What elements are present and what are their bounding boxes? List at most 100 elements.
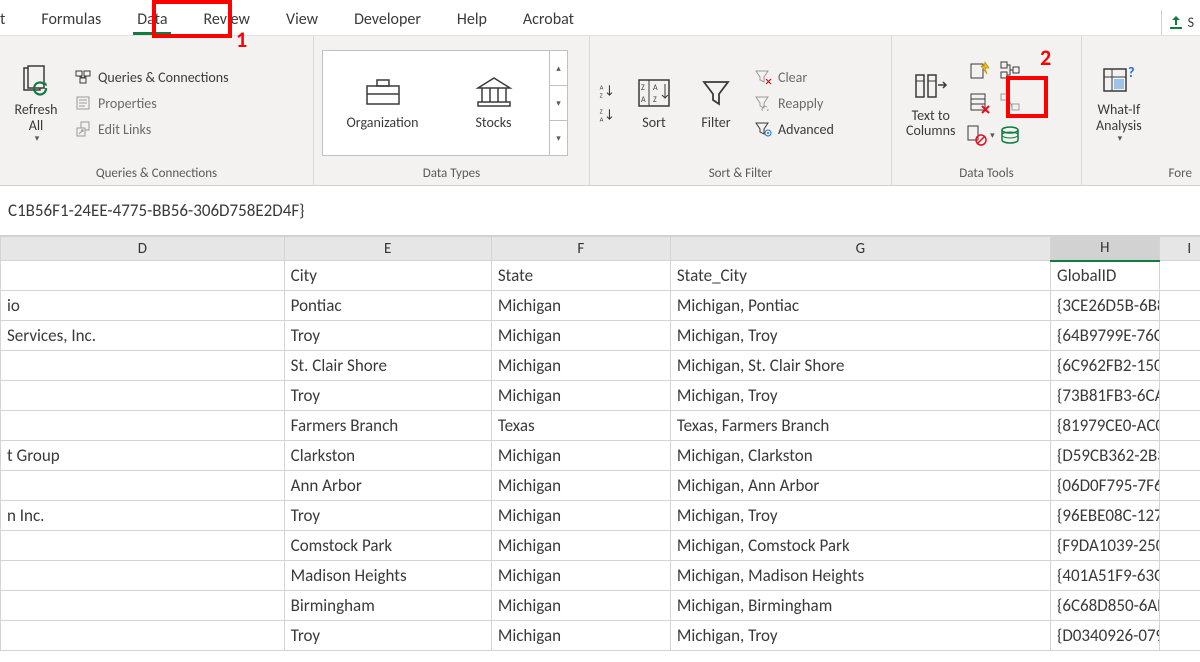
gallery-up-icon[interactable]: ▴ [550,51,567,86]
data-validation-button[interactable]: ▾ [967,122,993,148]
cell[interactable] [1159,381,1200,411]
remove-duplicates-button[interactable] [967,90,993,116]
advanced-filter-button[interactable]: Advanced [750,118,838,140]
sort-desc-button[interactable]: ZA [598,106,616,124]
column-header-E[interactable]: E [284,237,491,261]
cell[interactable]: Comstock Park [284,531,491,561]
cell[interactable] [1159,441,1200,471]
cell[interactable] [1159,261,1200,291]
reapply-button[interactable]: Reapply [750,92,838,114]
gallery-down-icon[interactable]: ▾ [550,86,567,121]
relationships-button[interactable] [997,90,1023,116]
cell[interactable]: Michigan [491,441,670,471]
cell[interactable] [1159,591,1200,621]
cell[interactable]: Troy [284,381,491,411]
cell[interactable] [1159,561,1200,591]
cell[interactable]: Clarkston [284,441,491,471]
cell[interactable]: {06D0F795-7F63- [1051,471,1160,501]
cell[interactable]: Michigan, Birmingham [670,591,1050,621]
text-to-columns-button[interactable]: Text to Columns [900,64,961,143]
cell[interactable] [1159,531,1200,561]
cell[interactable]: {96EBE08C-127F- [1051,501,1160,531]
consolidate-button[interactable] [997,58,1023,84]
sort-button[interactable]: ZAAZ Sort [626,71,682,134]
cell[interactable]: Services, Inc. [1,321,285,351]
cell[interactable]: Michigan, Clarkston [670,441,1050,471]
cell[interactable]: Michigan, Troy [670,381,1050,411]
cell[interactable]: Texas [491,411,670,441]
cell[interactable]: Michigan, Troy [670,621,1050,651]
worksheet-grid[interactable]: D E F G H I City State State_City Global… [0,236,1200,651]
cell[interactable]: Michigan, Comstock Park [670,531,1050,561]
cell[interactable]: {6C68D850-6AD5 [1051,591,1160,621]
cell[interactable] [1159,621,1200,651]
data-types-gallery[interactable]: Organization Stocks ▴ ▾ ▾ [322,50,568,156]
cell[interactable]: State [491,261,670,291]
cell[interactable] [1,621,285,651]
cell[interactable]: {3CE26D5B-6B8E- [1051,291,1160,321]
cell[interactable]: {73B81FB3-6CA8- [1051,381,1160,411]
column-header-H[interactable]: H [1051,237,1160,261]
filter-button[interactable]: Filter [688,71,744,134]
refresh-all-button[interactable]: Refresh All ▾ [8,58,64,148]
cell[interactable]: n Inc. [1,501,285,531]
cell[interactable]: Michigan, Troy [670,321,1050,351]
cell[interactable] [1,261,285,291]
cell[interactable]: State_City [670,261,1050,291]
column-header-D[interactable]: D [1,237,285,261]
tab-view[interactable]: View [268,2,336,35]
cell[interactable]: {D59CB362-2B3B- [1051,441,1160,471]
cell[interactable]: {81979CE0-AC0B- [1051,411,1160,441]
gallery-more-icon[interactable]: ▾ [550,121,567,155]
cell[interactable]: Michigan, Ann Arbor [670,471,1050,501]
cell[interactable]: Michigan [491,621,670,651]
formula-bar[interactable]: C1B56F1-24EE-4775-BB56-306D758E2D4F} [0,186,1200,236]
tab-acrobat[interactable]: Acrobat [505,2,592,35]
cell[interactable]: {6C962FB2-1504- [1051,351,1160,381]
tab-review[interactable]: Review [185,2,268,35]
cell[interactable]: {401A51F9-63C3- [1051,561,1160,591]
cell[interactable]: {D0340926-0797- [1051,621,1160,651]
cell[interactable] [1,531,285,561]
cell[interactable]: Michigan [491,501,670,531]
cell[interactable]: Michigan, St. Clair Shore [670,351,1050,381]
cell[interactable]: City [284,261,491,291]
cell[interactable]: {64B9799E-76CE- [1051,321,1160,351]
what-if-analysis-button[interactable]: ? What-If Analysis ▾ [1090,58,1148,148]
edit-links-button[interactable]: Edit Links [70,118,233,140]
cell[interactable]: St. Clair Shore [284,351,491,381]
cell[interactable]: Troy [284,321,491,351]
cell[interactable]: Michigan [491,561,670,591]
share-button[interactable]: S [1161,10,1200,35]
cell[interactable]: Troy [284,621,491,651]
cell[interactable]: Ann Arbor [284,471,491,501]
cell[interactable]: GlobalID [1051,261,1160,291]
datatype-organization[interactable]: Organization [327,76,438,131]
cell[interactable] [1,411,285,441]
cell[interactable]: {F9DA1039-2501- [1051,531,1160,561]
cell[interactable]: Michigan [491,321,670,351]
cell[interactable]: Birmingham [284,591,491,621]
column-header-I[interactable]: I [1159,237,1200,261]
cell[interactable]: Michigan [491,531,670,561]
cell[interactable]: io [1,291,285,321]
column-header-G[interactable]: G [670,237,1050,261]
cell[interactable]: Michigan [491,351,670,381]
cell[interactable]: Michigan, Troy [670,501,1050,531]
cell[interactable] [1159,471,1200,501]
cell[interactable]: Michigan [491,471,670,501]
cell[interactable]: Pontiac [284,291,491,321]
cell[interactable] [1159,411,1200,441]
tab-partial[interactable]: t [0,2,23,35]
cell[interactable] [1,381,285,411]
cell[interactable]: Michigan, Madison Heights [670,561,1050,591]
clear-filter-button[interactable]: Clear [750,66,838,88]
cell[interactable] [1159,501,1200,531]
cell[interactable] [1,351,285,381]
cell[interactable] [1,591,285,621]
flash-fill-button[interactable] [967,58,993,84]
cell[interactable]: Michigan, Pontiac [670,291,1050,321]
cell[interactable] [1,561,285,591]
tab-developer[interactable]: Developer [336,2,439,35]
column-header-F[interactable]: F [491,237,670,261]
